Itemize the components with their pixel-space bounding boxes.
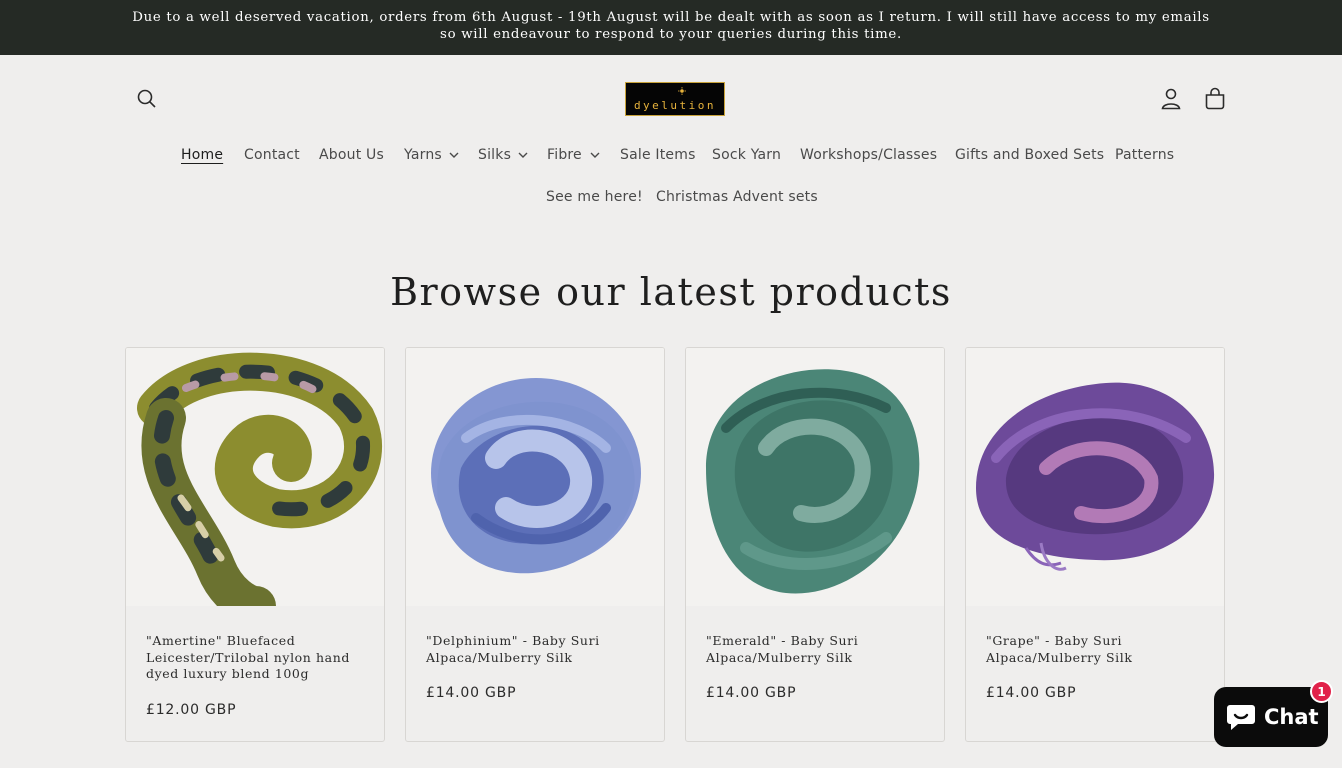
product-price: £14.00 GBP [426, 685, 517, 701]
search-button[interactable] [135, 87, 159, 111]
site-header: dyelution [0, 55, 1342, 143]
nav-christmas-advent-sets[interactable]: Christmas Advent sets [656, 188, 818, 206]
cart-icon [1205, 87, 1225, 110]
nav-sock-yarn[interactable]: Sock Yarn [712, 146, 781, 164]
product-price: £14.00 GBP [986, 685, 1077, 701]
nav-workshops-classes[interactable]: Workshops/Classes [800, 146, 937, 164]
nav-gifts-boxed-sets[interactable]: Gifts and Boxed Sets [955, 146, 1104, 164]
yarn-skein-image [686, 348, 944, 606]
product-title[interactable]: "Amertine" Bluefaced Leicester/Trilobal … [146, 633, 368, 683]
search-icon [137, 89, 156, 108]
product-image[interactable] [686, 348, 944, 606]
nav-silks[interactable]: Silks [478, 146, 511, 164]
product-price: £14.00 GBP [706, 685, 797, 701]
chevron-down-icon[interactable] [518, 152, 528, 158]
chat-notification-badge: 1 [1310, 680, 1333, 703]
product-image[interactable] [126, 348, 384, 606]
site-logo[interactable]: dyelution [625, 82, 725, 116]
nav-fibre[interactable]: Fibre [547, 146, 582, 164]
account-icon [1161, 88, 1181, 110]
nav-sale-items[interactable]: Sale Items [620, 146, 696, 164]
product-title[interactable]: "Delphinium" - Baby Suri Alpaca/Mulberry… [426, 633, 648, 666]
cart-button[interactable] [1203, 86, 1227, 112]
chevron-down-icon[interactable] [590, 152, 600, 158]
nav-contact[interactable]: Contact [244, 146, 300, 164]
product-title[interactable]: "Emerald" - Baby Suri Alpaca/Mulberry Si… [706, 633, 928, 666]
chevron-down-icon[interactable] [449, 152, 459, 158]
announcement-bar: Due to a well deserved vacation, orders … [0, 0, 1342, 55]
product-image[interactable] [406, 348, 664, 606]
section-title: Browse our latest products [390, 270, 952, 314]
logo-text: dyelution [633, 99, 717, 112]
product-card[interactable]: "Amertine" Bluefaced Leicester/Trilobal … [125, 347, 385, 742]
fibre-braid-image [126, 348, 384, 606]
chat-bubble-icon [1227, 705, 1255, 730]
announcement-line-1: Due to a well deserved vacation, orders … [132, 10, 1210, 25]
account-button[interactable] [1159, 86, 1183, 112]
sun-logo-icon [678, 87, 686, 95]
yarn-skein-image [406, 348, 664, 606]
yarn-skein-image [966, 348, 1224, 606]
nav-home[interactable]: Home [181, 146, 223, 164]
nav-about-us[interactable]: About Us [319, 146, 384, 164]
chat-label: Chat [1264, 705, 1319, 729]
nav-patterns[interactable]: Patterns [1115, 146, 1174, 164]
nav-see-me-here[interactable]: See me here! [546, 188, 643, 206]
announcement-line-2: so will endeavour to respond to your que… [440, 27, 902, 42]
product-card[interactable]: "Delphinium" - Baby Suri Alpaca/Mulberry… [405, 347, 665, 742]
product-title[interactable]: "Grape" - Baby Suri Alpaca/Mulberry Silk [986, 633, 1208, 666]
product-card[interactable]: "Grape" - Baby Suri Alpaca/Mulberry Silk… [965, 347, 1225, 742]
product-image[interactable] [966, 348, 1224, 606]
nav-yarns[interactable]: Yarns [404, 146, 442, 164]
product-price: £12.00 GBP [146, 702, 237, 718]
product-card[interactable]: "Emerald" - Baby Suri Alpaca/Mulberry Si… [685, 347, 945, 742]
